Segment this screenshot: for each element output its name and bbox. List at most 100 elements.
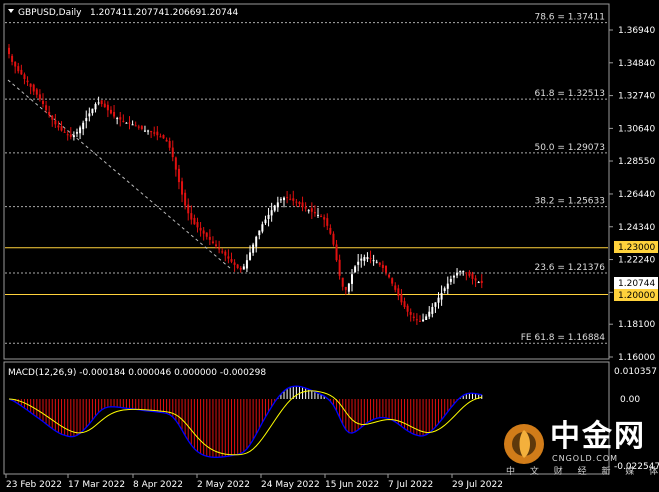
ohlc-high: 1.20774: [127, 8, 164, 18]
candle-bear: [174, 157, 177, 170]
candle-bull: [366, 257, 369, 260]
candle-bear: [301, 202, 304, 208]
candle-bull: [94, 104, 97, 110]
candle-bear: [168, 141, 171, 148]
candle-bear: [63, 131, 66, 133]
candle-bear: [177, 168, 180, 183]
candle-bull: [307, 210, 310, 212]
fib-label: 61.8 = 1.32513: [534, 89, 605, 99]
candle-bear: [17, 66, 20, 72]
candle-bull: [425, 316, 428, 321]
candle-bear: [199, 227, 202, 231]
candle-bear: [128, 122, 131, 124]
candle-bear: [106, 104, 109, 111]
candle-bull: [446, 283, 449, 289]
candle-bull: [360, 258, 363, 261]
candle-bull: [97, 102, 100, 104]
price-label: 1.30640: [618, 124, 655, 134]
candle-bull: [242, 266, 245, 270]
fib-label: FE 61.8 = 1.16884: [521, 333, 606, 343]
candle-bear: [23, 74, 26, 80]
candle-bear: [286, 197, 289, 199]
current-price-label: 1.20744: [618, 279, 655, 289]
candle-bear: [45, 105, 48, 111]
fib-levels[interactable]: 78.6 = 1.37411 61.8 = 1.32513 50.0 = 1.290…: [5, 13, 608, 344]
candle-bull: [283, 197, 286, 201]
dropdown-triangle-icon[interactable]: [8, 9, 14, 13]
candle-bear: [14, 61, 17, 67]
time-label: 8 Apr 2022: [133, 480, 183, 490]
candle-bear: [20, 69, 23, 75]
candle-bear: [418, 320, 421, 322]
candle-bear: [313, 212, 316, 214]
candle-bear: [378, 262, 381, 265]
fib-label: 23.6 = 1.21376: [534, 263, 605, 273]
candle-bear: [193, 218, 196, 225]
candle-bull: [431, 307, 434, 314]
candle-bull: [279, 199, 282, 201]
watermark-name: 中金网: [550, 419, 646, 454]
candle-bear: [326, 218, 329, 226]
level-box-123-label: 1.23000: [618, 243, 655, 253]
candle-bull: [428, 311, 431, 317]
candle-bear: [236, 264, 239, 268]
candle-bear: [122, 120, 125, 122]
price-label: 1.24340: [618, 223, 655, 233]
candle-bull: [258, 230, 261, 236]
candle-bear: [400, 294, 403, 303]
candle-bear: [221, 251, 224, 253]
candle-bear: [289, 198, 292, 200]
candle-bull: [270, 210, 273, 216]
time-label: 29 Jul 2022: [452, 480, 503, 490]
candle-bull: [245, 260, 248, 269]
horizontal-lines[interactable]: [5, 247, 608, 296]
candles: [8, 43, 483, 325]
candle-bull: [357, 261, 360, 265]
candle-bear: [48, 111, 51, 115]
candle-bear: [341, 277, 344, 287]
time-axis: 23 Feb 2022 17 Mar 2022 8 Apr 2022 2 May 20…: [5, 474, 503, 490]
cngold-logo-icon: [504, 424, 544, 464]
candle-bear: [196, 222, 199, 228]
time-label: 15 Jun 2022: [325, 480, 379, 490]
time-label: 24 May 2022: [261, 480, 320, 490]
candle-bear: [415, 319, 418, 321]
candle-bear: [409, 312, 412, 315]
candle-bear: [26, 80, 29, 83]
candle-bull: [273, 205, 276, 211]
candle-bear: [208, 236, 211, 240]
candle-bear: [412, 316, 415, 318]
candle-bear: [224, 251, 227, 256]
candle-bull: [116, 118, 119, 120]
ohlc-open: 1.20741: [90, 8, 127, 18]
time-label: 2 May 2022: [197, 480, 250, 490]
candle-bear: [8, 47, 10, 55]
candle-bear: [190, 213, 193, 220]
cngold-watermark: 中金网 CNGOLD.COM 中 文 财 经 新 媒 体: [502, 418, 658, 477]
candle-bear: [394, 285, 397, 290]
candle-bull: [440, 292, 443, 300]
candle-bear: [384, 265, 387, 273]
watermark-url: CNGOLD.COM: [552, 454, 619, 463]
candle-bear: [35, 89, 38, 95]
time-label: 17 Mar 2022: [68, 480, 125, 490]
watermark-tagline: 中 文 财 经 新 媒 体: [506, 467, 659, 477]
candle-bear: [468, 272, 471, 276]
candle-bear: [187, 204, 190, 214]
candle-bull: [372, 260, 375, 262]
candle-bear: [162, 135, 165, 139]
candle-bull: [363, 257, 366, 261]
candle-bull: [147, 130, 150, 132]
candle-bull: [264, 219, 267, 224]
price-label: 1.26440: [618, 190, 655, 200]
candle-bull: [88, 113, 91, 117]
time-label: 23 Feb 2022: [6, 480, 62, 490]
candle-bear: [381, 264, 384, 268]
candle-bull: [456, 272, 459, 276]
candle-bear: [165, 139, 168, 142]
candle-bear: [323, 217, 326, 220]
candle-bear: [156, 131, 159, 136]
macd-axis-zero: 0.00: [620, 395, 640, 405]
trendline[interactable]: [7, 79, 231, 269]
candle-bull: [422, 319, 425, 322]
